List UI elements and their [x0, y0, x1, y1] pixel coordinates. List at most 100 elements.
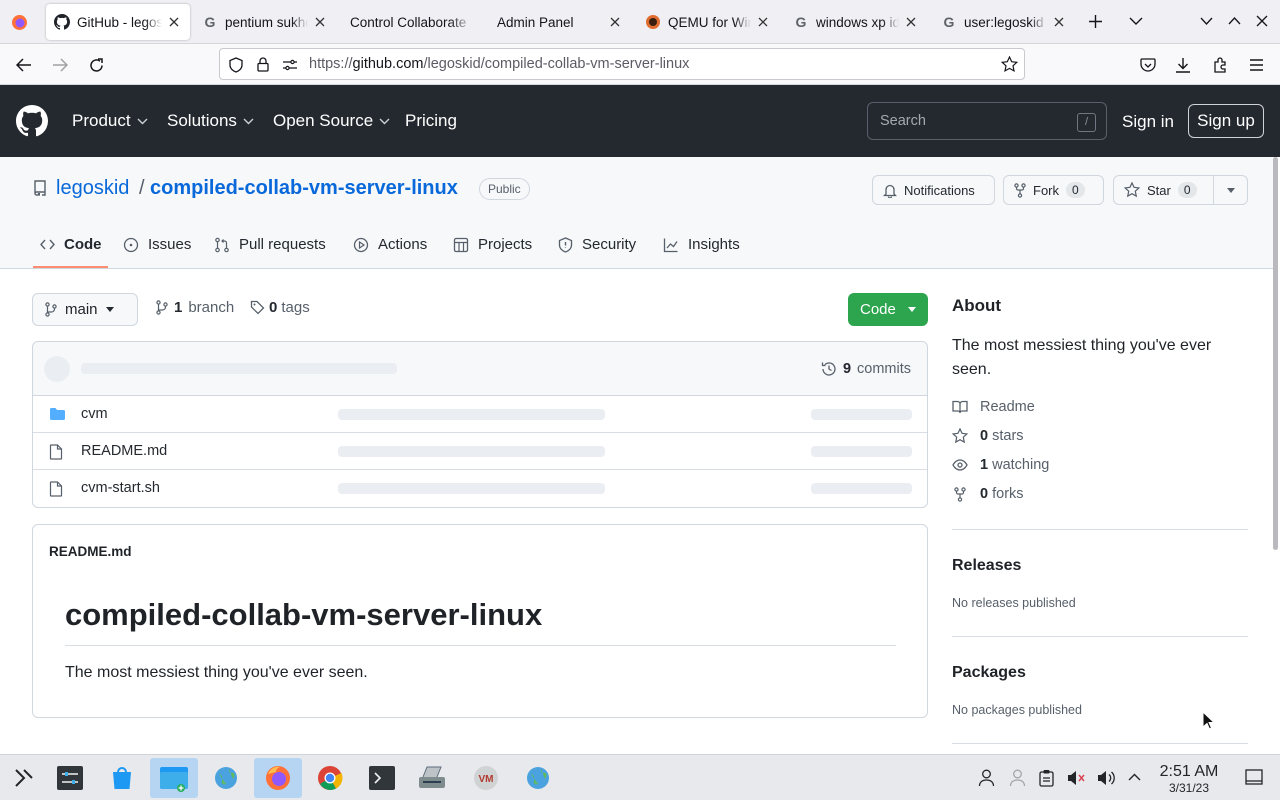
file-manager-icon[interactable]: [150, 758, 198, 798]
tab-code[interactable]: Code: [40, 236, 102, 253]
chrome-icon[interactable]: [306, 758, 354, 798]
file-name[interactable]: cvm-start.sh: [81, 480, 160, 496]
releases-heading[interactable]: Releases: [952, 557, 1021, 575]
close-window-icon[interactable]: [1256, 15, 1268, 27]
audio-muted-icon[interactable]: [1067, 769, 1086, 787]
fork-button[interactable]: Fork 0: [1003, 175, 1104, 205]
close-tab-icon[interactable]: [312, 14, 328, 30]
clock-date[interactable]: 3/31/23: [1158, 781, 1220, 795]
tags-link[interactable]: 0 tags: [250, 299, 310, 316]
commits-link[interactable]: 9 commits: [821, 361, 911, 377]
downloads-icon[interactable]: [1170, 52, 1196, 78]
application-launcher-icon[interactable]: [0, 758, 48, 798]
globe-app-icon[interactable]: [202, 758, 250, 798]
file-row[interactable]: README.md: [33, 433, 927, 470]
caret-down-icon: [1226, 187, 1235, 193]
sidebar-divider: [952, 743, 1248, 744]
tab-pentium-sukhoi[interactable]: G pentium sukhoi: [194, 4, 336, 40]
tab-actions[interactable]: Actions: [353, 236, 427, 253]
page-scrollbar[interactable]: [1273, 157, 1278, 550]
tab-github[interactable]: GitHub - legoskid/compiled-collab-vm-ser…: [46, 4, 190, 40]
lock-icon[interactable]: [257, 57, 269, 72]
tab-windows-xp-id[interactable]: G windows xp id: [785, 4, 927, 40]
search-input[interactable]: Search /: [867, 102, 1107, 140]
sign-up-button[interactable]: Sign up: [1188, 104, 1264, 138]
watching-link[interactable]: 1 watching: [952, 457, 1049, 473]
star-button[interactable]: Star 0: [1113, 175, 1214, 205]
firefox-view-icon[interactable]: [11, 14, 28, 31]
file-browser: 9 commits cvm README.md cvm-start.sh: [32, 341, 928, 508]
nav-product[interactable]: Product: [72, 111, 148, 131]
close-tab-icon[interactable]: [903, 14, 919, 30]
terminal-icon[interactable]: [358, 758, 406, 798]
tab-issues[interactable]: Issues: [123, 236, 191, 253]
virtual-machine-manager-icon[interactable]: VM: [462, 758, 510, 798]
github-logo-icon[interactable]: [16, 105, 48, 137]
close-tab-icon[interactable]: [755, 14, 771, 30]
discover-store-icon[interactable]: [98, 758, 146, 798]
packages-heading[interactable]: Packages: [952, 664, 1026, 682]
code-download-button[interactable]: Code: [848, 293, 928, 326]
user-icon[interactable]: [978, 769, 995, 787]
chevron-down-icon: [137, 118, 148, 125]
tab-qemu-for-windows[interactable]: QEMU for Windows: [637, 4, 779, 40]
minimize-window-icon[interactable]: [1200, 17, 1213, 26]
tab-projects[interactable]: Projects: [453, 236, 532, 253]
show-hidden-icons-icon[interactable]: [1128, 773, 1141, 781]
notifications-button[interactable]: Notifications: [872, 175, 995, 205]
sign-in-link[interactable]: Sign in: [1122, 112, 1174, 132]
nav-solutions[interactable]: Solutions: [167, 111, 254, 131]
bookmark-star-icon[interactable]: [1001, 56, 1018, 73]
list-all-tabs-icon[interactable]: [1129, 17, 1143, 26]
new-tab-icon[interactable]: [1088, 14, 1103, 29]
tab-control-collaborate[interactable]: Control Collaborate: [342, 4, 482, 40]
file-name[interactable]: cvm: [81, 406, 108, 422]
svg-text:VM: VM: [479, 774, 494, 785]
scanner-app-icon[interactable]: [408, 758, 456, 798]
readme-link[interactable]: Readme: [952, 399, 1035, 415]
extensions-icon[interactable]: [1207, 52, 1233, 78]
file-name[interactable]: README.md: [81, 443, 167, 459]
repo-owner-link[interactable]: legoskid: [56, 177, 129, 200]
file-row[interactable]: cvm: [33, 396, 927, 433]
close-tab-icon[interactable]: [607, 14, 623, 30]
commit-date-placeholder: [811, 483, 912, 494]
stars-link[interactable]: 0 stars: [952, 428, 1024, 444]
close-tab-icon[interactable]: [1051, 14, 1067, 30]
repo-name-link[interactable]: compiled-collab-vm-server-linux: [150, 177, 458, 200]
volume-icon[interactable]: [1097, 769, 1116, 787]
branch-select-button[interactable]: main: [32, 293, 138, 326]
tab-user-legoskid[interactable]: G user:legoskid: [933, 4, 1075, 40]
url-bar[interactable]: https://github.com/legoskid/compiled-col…: [219, 48, 1025, 80]
user-switch-icon[interactable]: [1009, 769, 1026, 787]
shield-icon[interactable]: [229, 57, 243, 73]
url-domain: github.com: [352, 56, 424, 72]
nav-open-source[interactable]: Open Source: [273, 111, 390, 131]
system-settings-icon[interactable]: [46, 758, 94, 798]
show-desktop-icon[interactable]: [1245, 769, 1263, 785]
readme-filename[interactable]: README.md: [49, 544, 132, 559]
tab-pull-requests[interactable]: Pull requests: [214, 236, 326, 253]
maximize-window-icon[interactable]: [1228, 16, 1241, 25]
nav-pricing[interactable]: Pricing: [405, 111, 457, 131]
forks-link[interactable]: 0 forks: [952, 486, 1024, 502]
file-row[interactable]: cvm-start.sh: [33, 470, 927, 507]
menu-icon[interactable]: [1243, 52, 1269, 78]
close-tab-icon[interactable]: [166, 14, 182, 30]
permissions-icon[interactable]: [282, 59, 298, 71]
back-icon[interactable]: [11, 52, 37, 78]
tab-security[interactable]: Security: [558, 236, 636, 253]
branches-link[interactable]: 1 branch: [156, 299, 234, 316]
tab-admin-panel[interactable]: Admin Panel: [489, 4, 631, 40]
network-globe-icon[interactable]: [514, 758, 562, 798]
star-icon: [952, 428, 968, 444]
fork-icon: [952, 486, 968, 502]
firefox-icon[interactable]: [254, 758, 302, 798]
tab-insights[interactable]: Insights: [663, 236, 740, 253]
reload-icon[interactable]: [83, 52, 109, 78]
clock-time[interactable]: 2:51 AM: [1158, 764, 1220, 780]
clipboard-icon[interactable]: [1039, 769, 1054, 787]
star-dropdown-button[interactable]: [1213, 175, 1248, 205]
forward-icon[interactable]: [47, 52, 73, 78]
pocket-icon[interactable]: [1135, 52, 1161, 78]
